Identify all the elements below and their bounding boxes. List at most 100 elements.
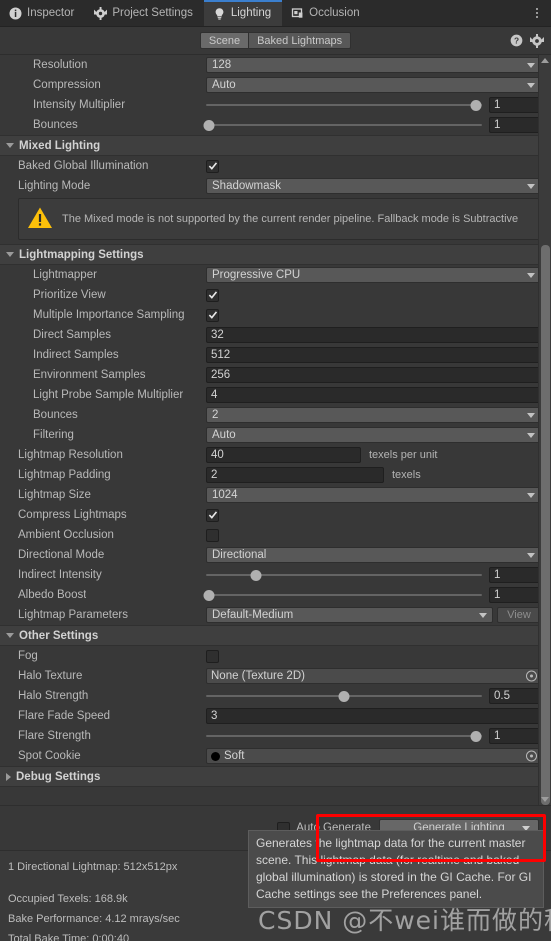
lightmapper-dropdown[interactable]: Progressive CPU xyxy=(206,267,541,283)
scroll-down-arrow-icon[interactable] xyxy=(541,797,549,802)
direct-samples-input[interactable]: 32 xyxy=(206,327,541,343)
row-label: Baked Global Illumination xyxy=(18,160,149,172)
row-label: Lightmap Resolution xyxy=(18,449,123,461)
halo-strength-value[interactable]: 0.5 xyxy=(489,688,541,704)
prioritize-view-checkbox[interactable] xyxy=(206,288,219,302)
object-picker-icon[interactable] xyxy=(526,750,537,762)
compress-lightmaps-checkbox[interactable] xyxy=(206,508,219,522)
baked-lightmaps-tab-button[interactable]: Baked Lightmaps xyxy=(249,32,352,49)
dropdown-value: Shadowmask xyxy=(212,180,282,192)
row-label: Bounces xyxy=(33,409,78,421)
lightbulb-icon xyxy=(213,7,226,20)
lightmap-resolution-input[interactable]: 40 xyxy=(206,447,361,463)
chevron-down-icon xyxy=(527,552,535,558)
chevron-down-icon xyxy=(479,612,487,618)
dropdown-value: 2 xyxy=(212,409,219,421)
slider-track xyxy=(206,104,482,106)
section-title: Debug Settings xyxy=(16,770,101,783)
gear-icon[interactable] xyxy=(530,33,544,48)
tab-project-settings[interactable]: Project Settings xyxy=(85,0,204,26)
multiple-importance-sampling-checkbox[interactable] xyxy=(206,308,219,322)
row-label: Flare Fade Speed xyxy=(18,710,111,722)
unity-lighting-window: Inspector Project Settings Lighting Occl… xyxy=(0,0,551,941)
slider-track xyxy=(206,594,482,596)
row-halo-texture: Halo Texture None (Texture 2D) xyxy=(0,666,551,686)
indirect-intensity-value[interactable]: 1 xyxy=(489,567,541,583)
slider-knob[interactable] xyxy=(470,99,482,111)
kebab-menu-icon[interactable] xyxy=(529,0,551,26)
row-lightmap-padding: Lightmap Padding 2 texels xyxy=(0,465,551,485)
lightmap-size-dropdown[interactable]: 1024 xyxy=(206,487,541,503)
section-debug-settings[interactable]: Debug Settings xyxy=(0,766,551,787)
flare-strength-value[interactable]: 1 xyxy=(489,728,541,744)
warning-icon xyxy=(27,206,53,233)
intensity-multiplier-value[interactable]: 1 xyxy=(489,97,541,113)
dropdown-value: 1024 xyxy=(212,489,238,501)
scene-tab-button[interactable]: Scene xyxy=(199,32,250,49)
row-flare-strength: Flare Strength 1 xyxy=(0,726,551,746)
slider-track xyxy=(206,735,482,737)
section-lightmapping-settings[interactable]: Lightmapping Settings xyxy=(0,244,551,265)
slider-knob[interactable] xyxy=(470,730,482,742)
ambient-occlusion-checkbox[interactable] xyxy=(206,528,219,542)
lightmap-padding-input[interactable]: 2 xyxy=(206,467,384,483)
halo-strength-slider[interactable] xyxy=(206,689,482,703)
filtering-dropdown[interactable]: Auto xyxy=(206,427,541,443)
flare-strength-slider[interactable] xyxy=(206,729,482,743)
indirect-samples-input[interactable]: 512 xyxy=(206,347,541,363)
flare-fade-speed-input[interactable]: 3 xyxy=(206,708,541,724)
vertical-scrollbar[interactable] xyxy=(538,55,551,805)
environment-samples-input[interactable]: 256 xyxy=(206,367,541,383)
compression-dropdown[interactable]: Auto xyxy=(206,77,541,93)
row-label: Lightmap Parameters xyxy=(18,609,128,621)
baked-gi-checkbox[interactable] xyxy=(206,159,219,173)
row-resolution: Resolution 128 xyxy=(0,55,551,75)
chevron-down-icon xyxy=(527,183,535,189)
light-probe-sample-multiplier-input[interactable]: 4 xyxy=(206,387,541,403)
spot-cookie-object-field[interactable]: Soft xyxy=(206,748,541,764)
bounces-dropdown[interactable]: 2 xyxy=(206,407,541,423)
scrollbar-thumb[interactable] xyxy=(541,245,550,805)
fog-checkbox[interactable] xyxy=(206,649,219,663)
row-lightmap-resolution: Lightmap Resolution 40 texels per unit xyxy=(0,445,551,465)
tab-occlusion[interactable]: Occlusion xyxy=(282,0,371,26)
albedo-boost-value[interactable]: 1 xyxy=(489,587,541,603)
row-label: Lightmap Size xyxy=(18,489,91,501)
row-label: Spot Cookie xyxy=(18,750,81,762)
row-label: Bounces xyxy=(33,119,78,131)
slider-knob[interactable] xyxy=(338,690,350,702)
lightmap-parameters-dropdown[interactable]: Default-Medium xyxy=(206,607,493,623)
info-icon xyxy=(9,7,22,20)
realtime-bounces-slider[interactable] xyxy=(203,118,482,132)
row-label: Fog xyxy=(18,650,38,662)
row-direct-samples: Direct Samples 32 xyxy=(0,325,551,345)
settings-scroll-area[interactable]: Resolution 128 Compression Auto Intensit… xyxy=(0,55,551,805)
scroll-up-arrow-icon[interactable] xyxy=(541,58,549,63)
resolution-dropdown[interactable]: 128 xyxy=(206,57,541,73)
slider-knob[interactable] xyxy=(250,569,262,581)
view-lightmap-parameters-button[interactable]: View xyxy=(497,607,541,623)
row-ambient-occlusion: Ambient Occlusion xyxy=(0,525,551,545)
row-lightmapper: Lightmapper Progressive CPU xyxy=(0,265,551,285)
row-label: Ambient Occlusion xyxy=(18,529,114,541)
slider-knob[interactable] xyxy=(203,119,215,131)
albedo-boost-slider[interactable] xyxy=(203,588,482,602)
indirect-intensity-slider[interactable] xyxy=(206,568,482,582)
lighting-mode-dropdown[interactable]: Shadowmask xyxy=(206,178,541,194)
slider-knob[interactable] xyxy=(203,589,215,601)
chevron-down-icon xyxy=(527,82,535,88)
intensity-multiplier-slider[interactable] xyxy=(206,98,482,112)
row-label: Resolution xyxy=(33,59,88,71)
tab-lighting[interactable]: Lighting xyxy=(203,0,283,26)
section-other-settings[interactable]: Other Settings xyxy=(0,625,551,646)
slider-track xyxy=(206,574,482,576)
halo-texture-object-field[interactable]: None (Texture 2D) xyxy=(206,668,541,684)
object-picker-icon[interactable] xyxy=(526,670,537,682)
realtime-bounces-value[interactable]: 1 xyxy=(489,117,541,133)
tab-inspector[interactable]: Inspector xyxy=(0,0,85,26)
directional-mode-dropdown[interactable]: Directional xyxy=(206,547,541,563)
row-environment-samples: Environment Samples 256 xyxy=(0,365,551,385)
section-mixed-lighting[interactable]: Mixed Lighting xyxy=(0,135,551,156)
row-lightmap-size: Lightmap Size 1024 xyxy=(0,485,551,505)
help-icon[interactable]: ? xyxy=(510,34,523,47)
